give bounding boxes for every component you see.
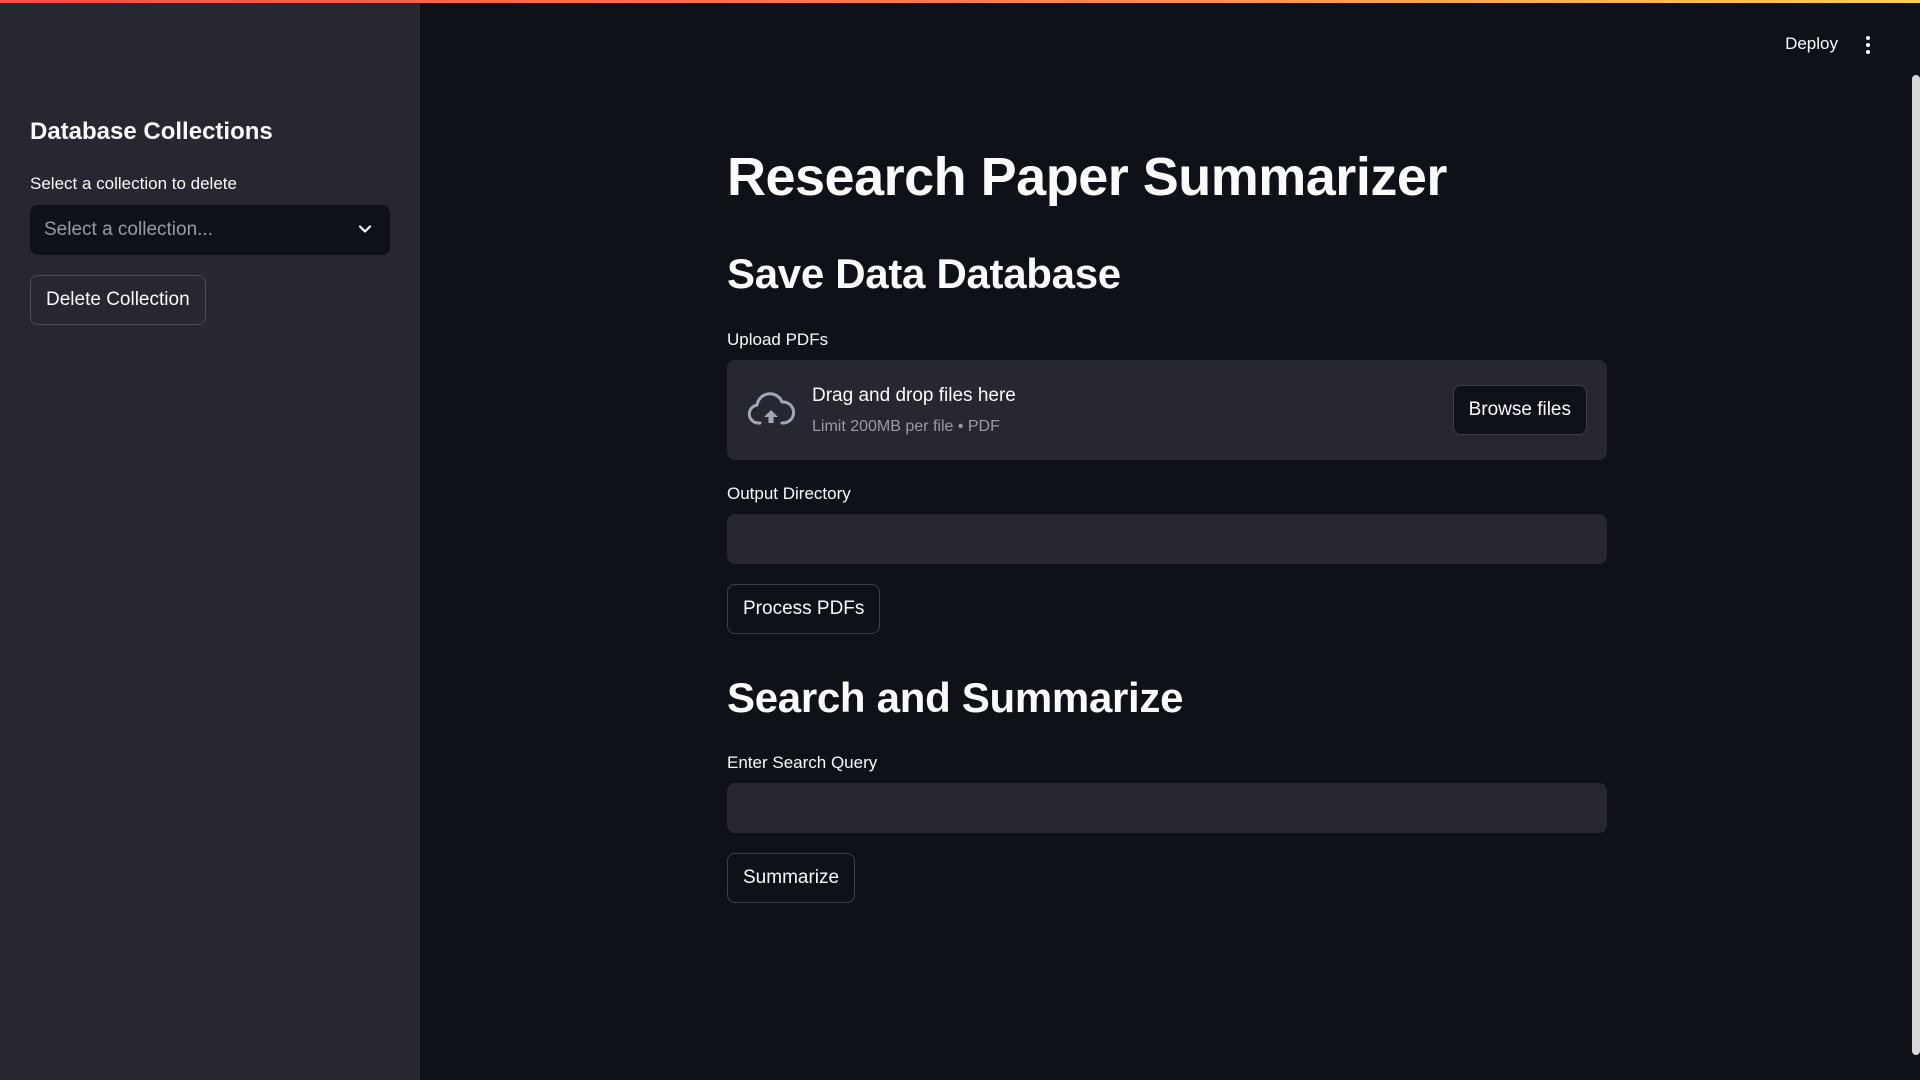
sidebar: Database Collections Select a collection… — [0, 0, 420, 1080]
page-title: Research Paper Summarizer — [727, 147, 1447, 207]
deploy-button[interactable]: Deploy — [1785, 34, 1838, 54]
file-dropzone[interactable]: Drag and drop files here Limit 200MB per… — [727, 360, 1607, 460]
header-decoration-bar — [0, 0, 1920, 3]
browse-files-button[interactable]: Browse files — [1452, 385, 1587, 435]
collection-select-label: Select a collection to delete — [30, 174, 237, 193]
summarize-button[interactable]: Summarize — [727, 853, 856, 903]
sidebar-title: Database Collections — [30, 118, 273, 145]
delete-collection-button[interactable]: Delete Collection — [30, 275, 206, 325]
search-section-heading: Search and Summarize — [727, 674, 1184, 721]
save-section-heading: Save Data Database — [727, 250, 1121, 297]
output-directory-label: Output Directory — [727, 484, 851, 503]
process-pdfs-button[interactable]: Process PDFs — [727, 584, 881, 634]
cloud-upload-icon — [747, 392, 795, 425]
scrollbar[interactable] — [1912, 75, 1920, 1055]
output-directory-input[interactable] — [727, 514, 1607, 564]
dropzone-title: Drag and drop files here — [812, 385, 1016, 406]
collection-select-placeholder: Select a collection... — [44, 219, 213, 240]
chevron-down-icon — [358, 225, 372, 233]
collection-select[interactable]: Select a collection... — [30, 205, 390, 255]
search-query-label: Enter Search Query — [727, 753, 878, 772]
upload-label: Upload PDFs — [727, 330, 829, 349]
dropzone-subtitle: Limit 200MB per file • PDF — [812, 418, 1000, 435]
search-query-input[interactable] — [727, 783, 1607, 833]
kebab-menu-icon[interactable] — [1860, 34, 1876, 56]
